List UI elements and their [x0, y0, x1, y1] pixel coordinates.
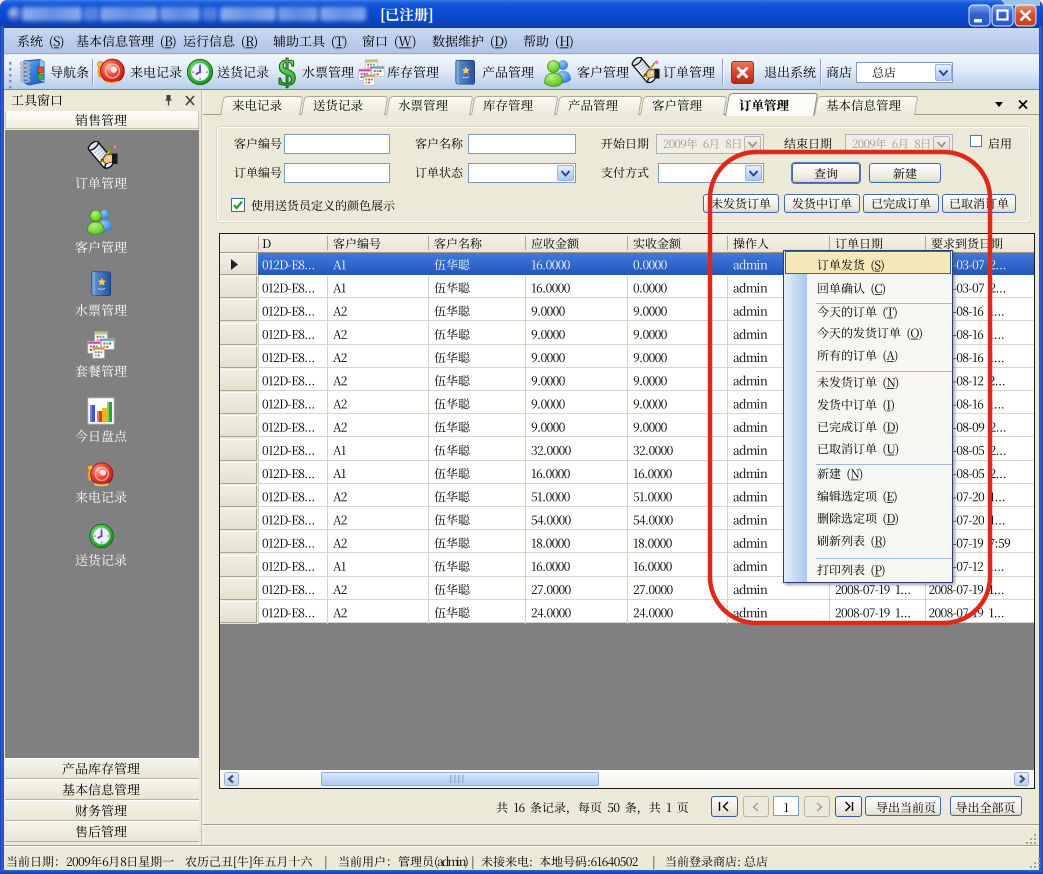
svg-text:$: $ — [278, 55, 297, 89]
